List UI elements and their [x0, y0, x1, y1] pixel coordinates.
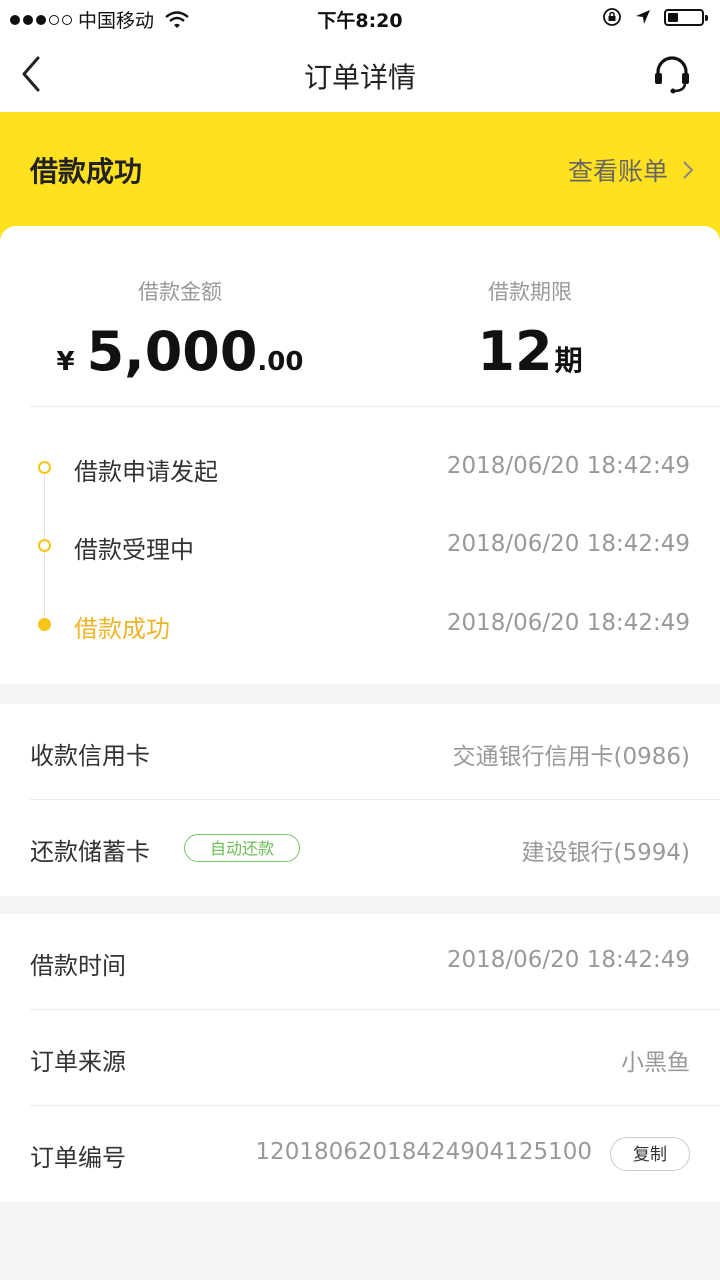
repay-card-value: 建设银行(5994) [521, 840, 690, 866]
amount-label: 借款金额 [138, 280, 222, 304]
loan-status: 借款成功 [30, 155, 143, 188]
amount-integer: 5,000 [86, 320, 258, 383]
bank-cards-section: 收款信用卡 交通银行信用卡(0986) 还款储蓄卡 自动还款 建设银行(5994… [0, 704, 720, 896]
battery-fill [668, 12, 678, 22]
term-value: 12 期 [350, 320, 710, 383]
term-number: 12 [477, 320, 553, 383]
repay-card-label: 还款储蓄卡 [30, 838, 150, 866]
timeline-time: 2018/06/20 18:42:49 [446, 453, 690, 479]
auto-repay-badge: 自动还款 [184, 834, 300, 862]
term-stat: 借款期限 12 期 [350, 276, 710, 383]
location-arrow-icon [636, 10, 650, 24]
loan-time-row: 借款时间 2018/06/20 18:42:49 [0, 914, 720, 1010]
card-divider [30, 406, 720, 407]
timeline-dot-active [38, 618, 51, 631]
timeline-time: 2018/06/20 18:42:49 [446, 531, 690, 557]
receive-card-label: 收款信用卡 [30, 742, 150, 770]
repay-card-row[interactable]: 还款储蓄卡 自动还款 建设银行(5994) [0, 800, 720, 896]
lock-rotation-icon [603, 8, 621, 26]
status-right [602, 7, 708, 27]
view-bill-link[interactable]: 查看账单 [568, 152, 694, 188]
timeline-label: 借款申请发起 [74, 458, 218, 486]
headset-icon[interactable] [650, 52, 694, 96]
timeline-label: 借款成功 [74, 615, 170, 643]
amount-decimal: .00 [257, 347, 304, 377]
timeline-item-current: 借款成功 2018/06/20 18:42:49 [0, 605, 720, 645]
summary-card: 借款金额 ¥ 5,000 .00 借款期限 12 期 借款申请发起 2018/0… [0, 226, 720, 684]
timeline-time: 2018/06/20 18:42:49 [446, 610, 690, 636]
order-number-value: 1201806201842490412510​0 [255, 1139, 592, 1165]
timeline-item: 借款受理中 2018/06/20 18:42:49 [0, 526, 720, 566]
order-source-row: 订单来源 小黑鱼 [0, 1010, 720, 1106]
timeline-label: 借款受理中 [74, 536, 194, 564]
timeline-dot [38, 539, 51, 552]
status-bar: 中国移动 下午8:20 [0, 0, 720, 36]
amount-stat: 借款金额 ¥ 5,000 .00 [0, 276, 360, 383]
amount-value: ¥ 5,000 .00 [0, 320, 360, 383]
order-source-value: 小黑鱼 [621, 1050, 690, 1076]
currency-symbol: ¥ [56, 347, 75, 377]
receive-card-value: 交通银行信用卡(0986) [452, 744, 690, 770]
view-bill-label: 查看账单 [567, 157, 668, 186]
order-number-label: 订单编号 [30, 1144, 126, 1172]
status-banner: 借款成功 查看账单 [0, 112, 720, 242]
page-title: 订单详情 [303, 61, 416, 94]
order-source-label: 订单来源 [30, 1048, 126, 1076]
nav-bar: 订单详情 [0, 36, 720, 112]
term-unit: 期 [554, 344, 583, 377]
loan-time-label: 借款时间 [30, 952, 126, 980]
timeline-dot [38, 461, 51, 474]
term-label: 借款期限 [488, 280, 572, 304]
order-info-section: 借款时间 2018/06/20 18:42:49 订单来源 小黑鱼 订单编号 1… [0, 914, 720, 1202]
receive-card-row[interactable]: 收款信用卡 交通银行信用卡(0986) [0, 704, 720, 800]
timeline-item: 借款申请发起 2018/06/20 18:42:49 [0, 448, 720, 488]
order-number-row: 订单编号 1201806201842490412510​0 复制 [0, 1106, 720, 1202]
loan-time-value: 2018/06/20 18:42:49 [446, 947, 690, 973]
battery-icon [664, 8, 708, 26]
copy-button[interactable]: 复制 [610, 1137, 690, 1171]
chevron-right-icon [683, 161, 694, 179]
